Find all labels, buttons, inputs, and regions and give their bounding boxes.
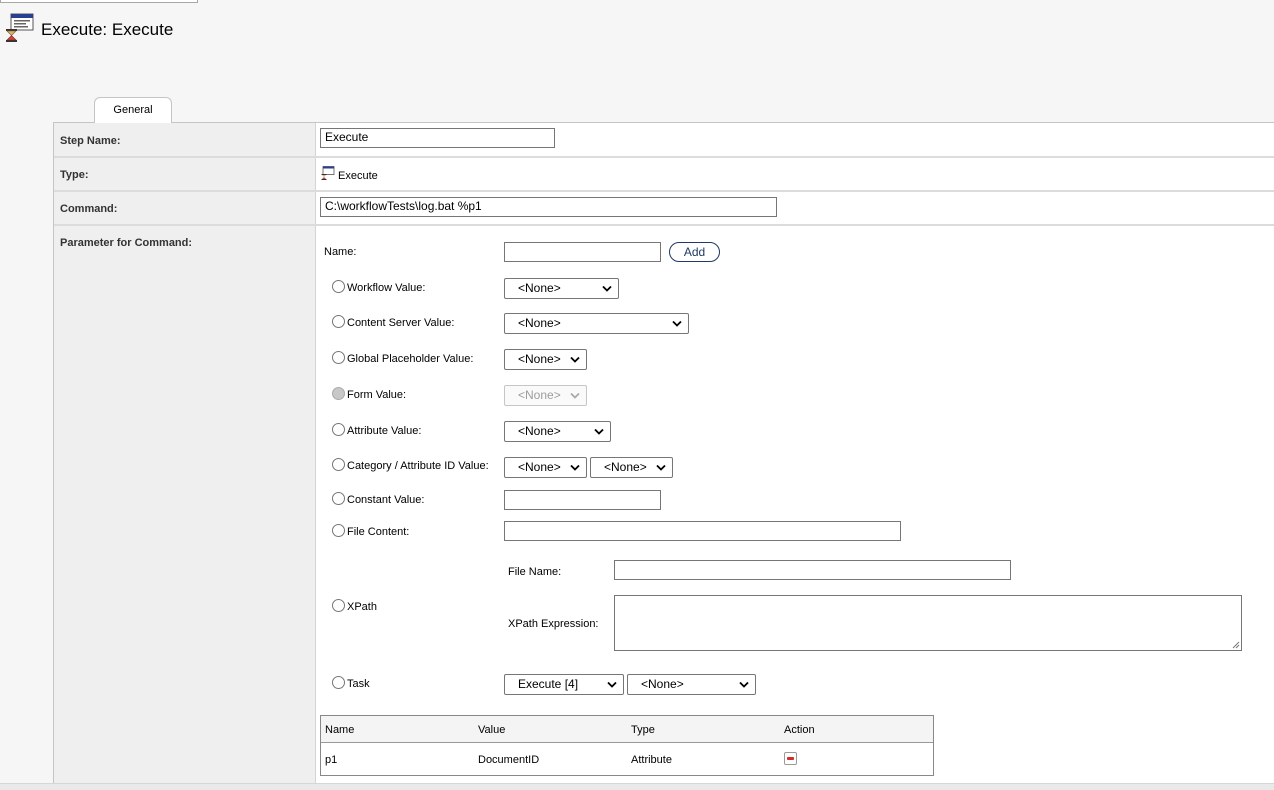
chevron-down-icon — [672, 320, 682, 327]
task-select[interactable]: Execute [4] — [504, 674, 624, 695]
constant-value-input[interactable] — [504, 490, 661, 510]
attribute-value-label: Attribute Value: — [347, 425, 422, 437]
row-divider — [54, 156, 1274, 158]
content-server-value-label: Content Server Value: — [347, 317, 455, 329]
row-type: Attribute — [631, 754, 672, 766]
xpath-expression-label: XPath Expression: — [508, 618, 599, 630]
global-placeholder-value-select[interactable]: <None> — [504, 349, 587, 370]
parameter-label: Parameter for Command: — [60, 237, 193, 249]
workflow-value-radio[interactable] — [332, 280, 345, 293]
chevron-down-icon — [570, 356, 580, 363]
label-column — [54, 123, 316, 784]
execute-hourglass-icon — [6, 13, 34, 42]
param-name-label: Name: — [324, 246, 357, 258]
param-name-input[interactable] — [504, 242, 661, 262]
chevron-down-icon — [607, 681, 617, 688]
top-scroll-strip — [0, 0, 198, 3]
header-value: Value — [478, 724, 506, 736]
form-value-radio — [332, 387, 345, 400]
chevron-down-icon — [602, 285, 612, 292]
global-placeholder-value-radio[interactable] — [332, 351, 345, 364]
category-selected: <None> — [518, 460, 561, 474]
type-value: Execute — [338, 170, 378, 182]
global-placeholder-value-label: Global Placeholder Value: — [347, 353, 474, 365]
constant-value-radio[interactable] — [332, 492, 345, 505]
form-value-select: <None> — [504, 385, 587, 406]
parameters-table: Name Value Type Action p1 DocumentID Att… — [320, 715, 934, 776]
workflow-value-select[interactable]: <None> — [504, 278, 619, 299]
chevron-down-icon — [739, 681, 749, 688]
command-label: Command: — [60, 203, 118, 215]
execute-type-icon — [321, 166, 335, 180]
page-title: Execute: Execute — [41, 20, 174, 39]
attribute-value-select[interactable]: <None> — [504, 421, 611, 442]
attribute-value-radio[interactable] — [332, 423, 345, 436]
step-name-label: Step Name: — [60, 135, 121, 147]
attribute-id-selected: <None> — [604, 460, 647, 474]
category-attribute-id-value-radio[interactable] — [332, 458, 345, 471]
command-input[interactable]: C:\workflowTests\log.bat %p1 — [320, 197, 777, 217]
task-radio[interactable] — [332, 676, 345, 689]
delete-icon[interactable] — [784, 752, 797, 765]
row-value: DocumentID — [478, 754, 540, 766]
task-label: Task — [347, 678, 370, 690]
row-name: p1 — [325, 754, 338, 766]
header-name: Name — [325, 724, 355, 736]
chevron-down-icon — [594, 428, 604, 435]
resize-grip-icon[interactable] — [1232, 641, 1240, 649]
attribute-id-select[interactable]: <None> — [590, 457, 673, 478]
xpath-file-name-label: File Name: — [508, 566, 562, 578]
header-action: Action — [784, 724, 815, 736]
content-server-value-selected: <None> — [518, 316, 561, 330]
header-type: Type — [631, 724, 655, 736]
form-value-selected: <None> — [518, 388, 561, 402]
tab-general[interactable]: General — [94, 97, 172, 123]
category-select[interactable]: <None> — [504, 457, 587, 478]
attribute-value-selected: <None> — [518, 424, 561, 438]
row-divider — [54, 190, 1274, 192]
add-button[interactable]: Add — [669, 242, 720, 262]
chevron-down-icon — [570, 392, 580, 399]
constant-value-label: Constant Value: — [347, 494, 425, 506]
category-attribute-id-value-label: Category / Attribute ID Value: — [347, 460, 489, 472]
table-header: Name Value Type Action — [321, 716, 933, 743]
xpath-label: XPath — [347, 601, 377, 613]
task-output-select[interactable]: <None> — [627, 674, 756, 695]
workflow-value-label: Workflow Value: — [347, 282, 426, 294]
file-content-label: File Content: — [347, 526, 410, 538]
content-server-value-select[interactable]: <None> — [504, 313, 689, 334]
type-label: Type: — [60, 169, 89, 181]
chevron-down-icon — [656, 464, 666, 471]
chevron-down-icon — [570, 464, 580, 471]
xpath-expression-textarea[interactable] — [614, 595, 1242, 651]
row-divider — [54, 224, 1274, 226]
xpath-radio[interactable] — [332, 599, 345, 612]
task-selected: Execute [4] — [518, 677, 579, 691]
global-placeholder-value-selected: <None> — [518, 352, 561, 366]
horizontal-scrollbar[interactable] — [0, 783, 1274, 790]
content-server-value-radio[interactable] — [332, 315, 345, 328]
xpath-file-name-input[interactable] — [614, 560, 1011, 580]
workflow-value-selected: <None> — [518, 281, 561, 295]
file-content-radio[interactable] — [332, 524, 345, 537]
task-output-selected: <None> — [641, 677, 684, 691]
file-content-input[interactable] — [504, 521, 901, 541]
form-value-label: Form Value: — [347, 389, 407, 401]
step-name-input[interactable]: Execute — [320, 128, 555, 148]
